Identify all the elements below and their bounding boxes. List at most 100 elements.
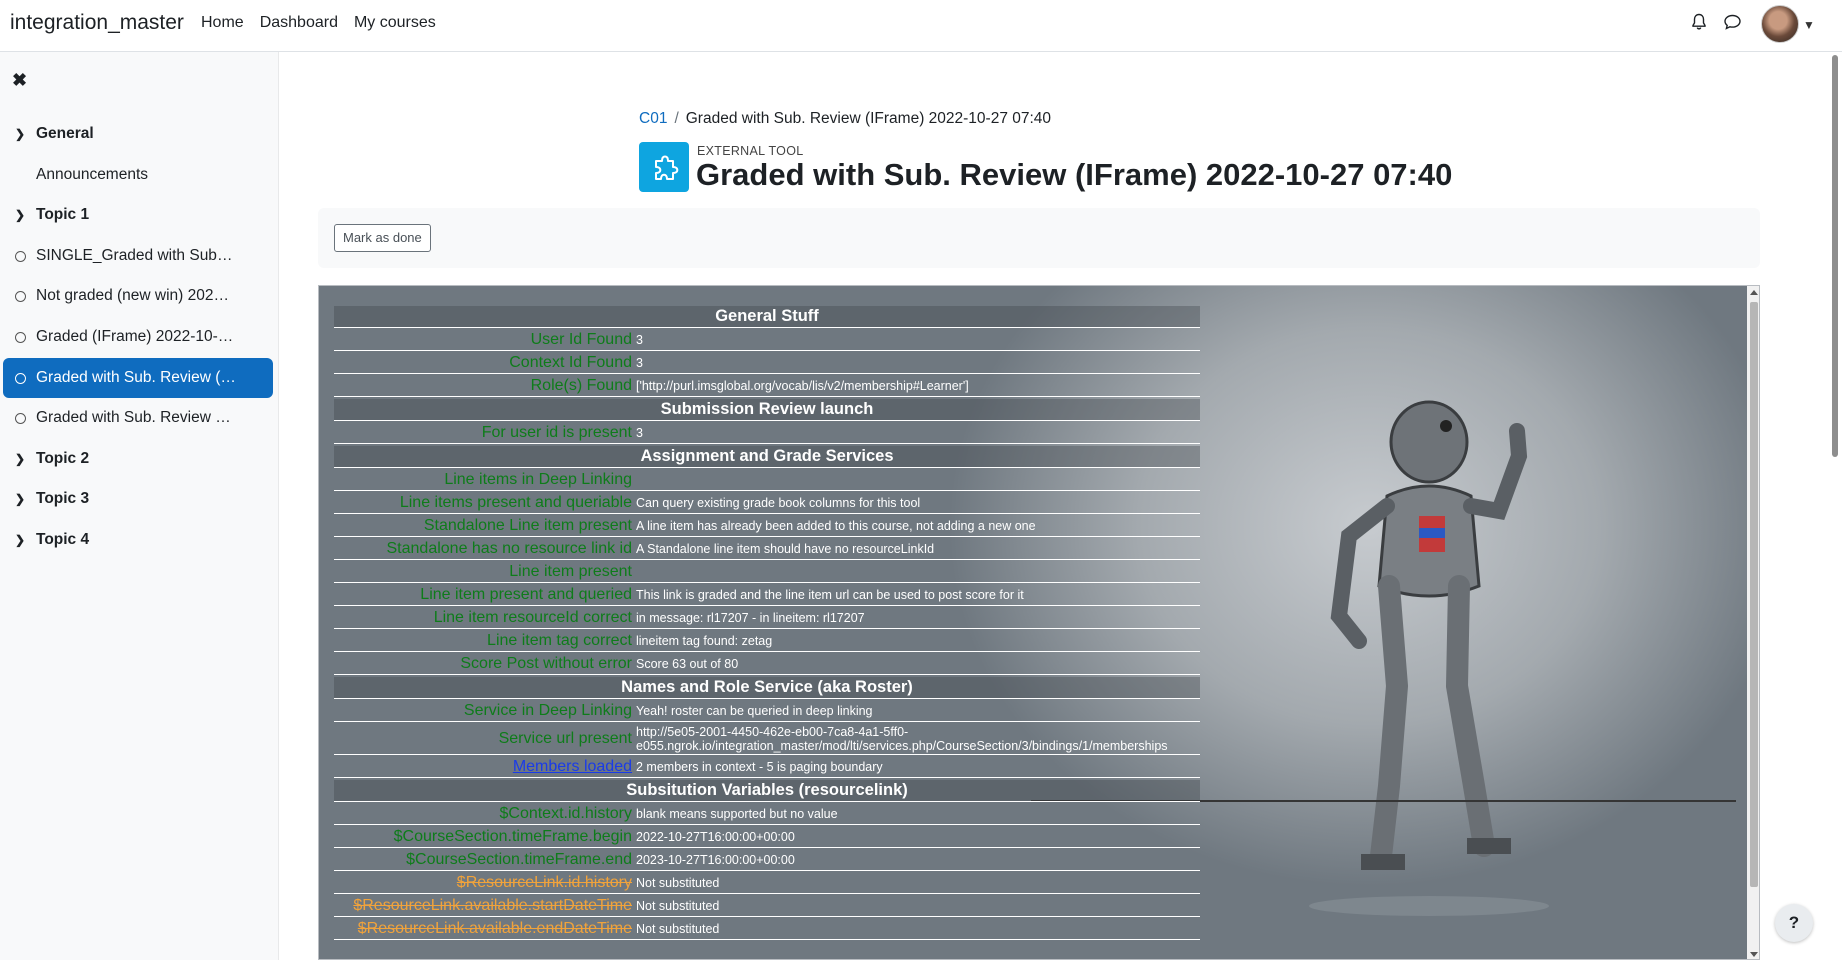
lti-tool-iframe[interactable]: General Stuff User Id Found 3 Context Id Fo… — [318, 285, 1760, 960]
section-topic-4[interactable]: ❯ Topic 4 — [0, 520, 279, 561]
results-row: $ResourceLink.available.endDateTime Not s… — [334, 919, 1200, 940]
check-value: Not substituted — [634, 919, 1200, 940]
activity-label: SINGLE_Graded with Sub. Review (new win)… — [36, 246, 236, 264]
check-value: This link is graded and the line item ur… — [634, 585, 1200, 606]
section-label: General — [36, 125, 94, 142]
check-label: Members loaded — [334, 757, 634, 778]
site-name[interactable]: integration_master — [10, 11, 184, 35]
robot-illustration — [1309, 400, 1549, 916]
scroll-down-arrow-icon[interactable] — [1750, 952, 1758, 957]
check-value: A Standalone line item should have no re… — [634, 539, 1200, 560]
activity-graded-sub-review-frame[interactable]: Graded with Sub. Review Frame 2022-10-27… — [0, 398, 279, 439]
nav-my-courses[interactable]: My courses — [354, 14, 436, 32]
top-navbar: integration_master Home Dashboard My cou… — [0, 0, 1842, 52]
section-header-text: Names and Role Service (aka Roster) — [334, 677, 1200, 699]
check-label: Line item present and queried — [334, 585, 634, 606]
results-row: Line items present and queriable Can quer… — [334, 493, 1200, 514]
check-label: $Context.id.history — [334, 804, 634, 825]
chevron-down-icon[interactable]: ❯ — [15, 439, 25, 480]
section-topic-2[interactable]: ❯ Topic 2 — [0, 439, 279, 480]
iframe-scrollbar-thumb[interactable] — [1750, 302, 1758, 887]
activity-announcements[interactable]: Announcements — [0, 155, 279, 196]
activity-label: Graded with Sub. Review (IFrame) 2022-10… — [36, 368, 236, 386]
check-label: $ResourceLink.available.endDateTime — [334, 919, 634, 940]
check-value: lineitem tag found: zetag — [634, 631, 1200, 652]
chevron-down-icon[interactable]: ❯ — [15, 195, 25, 236]
chevron-down-icon[interactable]: ❯ — [15, 114, 25, 155]
section-topic-1[interactable]: ❯ Topic 1 — [0, 195, 279, 236]
activity-graded-iframe[interactable]: Graded (IFrame) 2022-10-27 07:40 — [0, 317, 279, 358]
check-label: Line item tag correct — [334, 631, 634, 652]
check-value: 2022-10-27T16:00:00+00:00 — [634, 827, 1200, 848]
check-label: Line items in Deep Linking — [334, 470, 634, 491]
breadcrumb-current: Graded with Sub. Review (IFrame) 2022-10… — [685, 110, 1052, 127]
check-label: For user id is present — [334, 423, 634, 444]
mark-as-done-button[interactable]: Mark as done — [334, 224, 431, 252]
nav-dashboard[interactable]: Dashboard — [260, 14, 338, 32]
check-label: Context Id Found — [334, 353, 634, 374]
activity-label: Not graded (new win) 2022-10-27 07:40 — [36, 287, 236, 305]
course-index-drawer: ✖ ❯ General Announcements ❯ Topic 1 SINGLE… — [0, 52, 279, 960]
section-topic-3[interactable]: ❯ Topic 3 — [0, 479, 279, 520]
results-row: Members loaded 2 members in context - 5 i… — [334, 757, 1200, 778]
results-row: User Id Found 3 — [334, 330, 1200, 351]
check-label: Service in Deep Linking — [334, 701, 634, 722]
iframe-scrollbar[interactable] — [1747, 286, 1759, 959]
messages-chat-icon[interactable] — [1723, 13, 1742, 36]
activity-completion-bar: Mark as done — [318, 208, 1760, 268]
check-label: Service url present — [334, 724, 634, 755]
section-header-text: Subsitution Variables (resourcelink) — [334, 780, 1200, 802]
nav-home[interactable]: Home — [201, 14, 244, 32]
completion-circle-icon — [15, 372, 26, 384]
results-row: Service url present http://5e05-2001-4450… — [334, 724, 1200, 755]
lti-results-table: General Stuff User Id Found 3 Context Id Fo… — [334, 304, 1200, 942]
completion-circle-icon — [15, 413, 26, 425]
check-value: A line item has already been added to th… — [634, 516, 1200, 537]
results-row: Line item present — [334, 562, 1200, 583]
results-row: Line item present and queried This link i… — [334, 585, 1200, 606]
activity-single-graded-sub-review[interactable]: SINGLE_Graded with Sub. Review (new win)… — [0, 236, 279, 277]
chevron-down-icon[interactable]: ❯ — [15, 520, 25, 561]
help-button[interactable]: ? — [1775, 904, 1813, 942]
notifications-bell-icon[interactable] — [1691, 13, 1707, 36]
results-section-header: Submission Review launch — [334, 399, 1200, 421]
check-value: Score 63 out of 80 — [634, 654, 1200, 675]
course-index-list: ❯ General Announcements ❯ Topic 1 SINGLE_G… — [0, 114, 279, 561]
user-menu-chevron-down-icon[interactable]: ▼ — [1803, 18, 1815, 32]
section-general[interactable]: ❯ General — [0, 114, 279, 155]
activity-label: Graded with Sub. Review Frame 2022-10-27… — [36, 409, 236, 427]
results-row: $ResourceLink.id.history Not substituted — [334, 873, 1200, 894]
results-row: Line item tag correct lineitem tag found:… — [334, 631, 1200, 652]
section-label: Topic 2 — [36, 449, 90, 467]
results-row: $ResourceLink.available.startDateTime Not… — [334, 896, 1200, 917]
section-header-text: Assignment and Grade Services — [334, 446, 1200, 468]
completion-circle-icon — [15, 331, 26, 343]
chevron-down-icon[interactable]: ❯ — [15, 479, 25, 520]
close-drawer-icon[interactable]: ✖ — [12, 70, 27, 91]
activity-not-graded-new-win[interactable]: Not graded (new win) 2022-10-27 07:40 — [0, 276, 279, 317]
section-label: Topic 3 — [36, 490, 90, 508]
check-value — [634, 470, 1200, 491]
check-label: $ResourceLink.available.startDateTime — [334, 896, 634, 917]
check-value: Not substituted — [634, 873, 1200, 894]
results-row: Score Post without error Score 63 out of … — [334, 654, 1200, 675]
user-avatar[interactable] — [1761, 5, 1799, 43]
breadcrumb-course-link[interactable]: C01 — [639, 110, 667, 127]
results-row: $CourseSection.timeFrame.begin 2022-10-27… — [334, 827, 1200, 848]
check-label: User Id Found — [334, 330, 634, 351]
activity-label: Announcements — [36, 165, 149, 183]
activity-graded-sub-review-iframe[interactable]: Graded with Sub. Review (IFrame) 2022-10… — [3, 357, 273, 399]
section-label: Topic 4 — [36, 530, 90, 548]
check-label: Line item resourceId correct — [334, 608, 634, 629]
check-label: $CourseSection.timeFrame.begin — [334, 827, 634, 848]
results-section-header: Subsitution Variables (resourcelink) — [334, 780, 1200, 802]
external-tool-puzzle-icon — [639, 142, 689, 192]
page-scrollbar[interactable] — [1829, 52, 1842, 960]
check-value: 3 — [634, 330, 1200, 351]
check-value: blank means supported but no value — [634, 804, 1200, 825]
members-loaded-link[interactable]: Members loaded — [513, 758, 632, 775]
page-scrollbar-thumb[interactable] — [1832, 55, 1838, 457]
results-row: Standalone Line item present A line item … — [334, 516, 1200, 537]
scroll-up-arrow-icon[interactable] — [1750, 290, 1758, 295]
completion-circle-icon — [15, 250, 26, 262]
